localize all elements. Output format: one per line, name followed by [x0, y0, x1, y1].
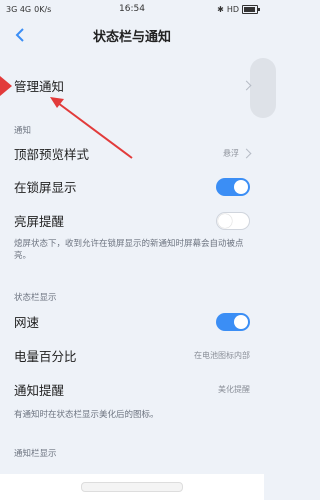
battery-percent-value: 在电池图标内部 [194, 351, 250, 360]
manage-notifications-label: 管理通知 [14, 79, 65, 94]
network-speed-readout: 0K/s [34, 4, 52, 14]
clock: 16:54 [119, 4, 145, 14]
section-notification-bar: 通知栏显示 [14, 449, 57, 459]
manage-notifications-row[interactable]: 管理通知 [0, 69, 264, 102]
bluetooth-icon: ✱ [217, 4, 224, 14]
hd-label: HD [226, 4, 239, 14]
notification-reminder-row[interactable]: 通知提醒 美化提醒 [0, 373, 264, 406]
wake-screen-row: 亮屏提醒 [0, 204, 264, 237]
manage-notifications-chevron [241, 80, 252, 91]
top-preview-style-value: 悬浮 [223, 148, 252, 159]
wake-screen-label: 亮屏提醒 [14, 214, 65, 229]
status-bar: 3G 4G 0K/s 16:54 ✱ HD [0, 0, 264, 18]
back-arrow-icon [15, 28, 24, 42]
navigation-bar [0, 474, 264, 500]
lockscreen-display-row: 在锁屏显示 [0, 170, 264, 203]
reminder-note: 有通知时在状态栏显示美化后的图标。 [14, 410, 159, 420]
battery-percent-label: 电量百分比 [14, 349, 77, 364]
header: 状态栏与通知 [0, 18, 264, 52]
chevron-right-icon [241, 80, 252, 91]
back-button[interactable] [10, 25, 30, 45]
top-preview-style-text: 悬浮 [223, 149, 239, 158]
chevron-right-icon [241, 148, 252, 159]
home-indicator[interactable] [81, 482, 183, 492]
page-title: 状态栏与通知 [92, 29, 171, 45]
wake-screen-toggle[interactable] [216, 211, 250, 230]
toggle-knob [218, 213, 232, 228]
battery-percent-row[interactable]: 电量百分比 在电池图标内部 [0, 339, 264, 372]
status-left: 3G 4G 0K/s [6, 5, 51, 14]
notification-reminder-value: 美化提醒 [218, 385, 250, 394]
section-statusbar: 状态栏显示 [14, 293, 57, 303]
toggle-knob [234, 179, 248, 194]
signal-label: 3G 4G [6, 4, 32, 14]
wake-screen-note: 熄屏状态下，收到允许在锁屏显示的新通知时屏幕会自动被点亮。 [14, 239, 244, 261]
section-notification: 通知 [14, 126, 32, 136]
lockscreen-display-label: 在锁屏显示 [14, 180, 77, 195]
lockscreen-display-toggle[interactable] [216, 177, 250, 196]
network-speed-row: 网速 [0, 305, 264, 338]
status-right: ✱ HD [217, 4, 260, 14]
top-preview-style-label: 顶部预览样式 [14, 147, 90, 162]
notification-reminder-label: 通知提醒 [14, 383, 65, 398]
toggle-knob [234, 314, 248, 329]
battery-icon [242, 4, 260, 14]
network-speed-label: 网速 [14, 315, 40, 330]
top-preview-style-row[interactable]: 顶部预览样式 悬浮 [0, 137, 264, 170]
network-speed-toggle[interactable] [216, 312, 250, 331]
